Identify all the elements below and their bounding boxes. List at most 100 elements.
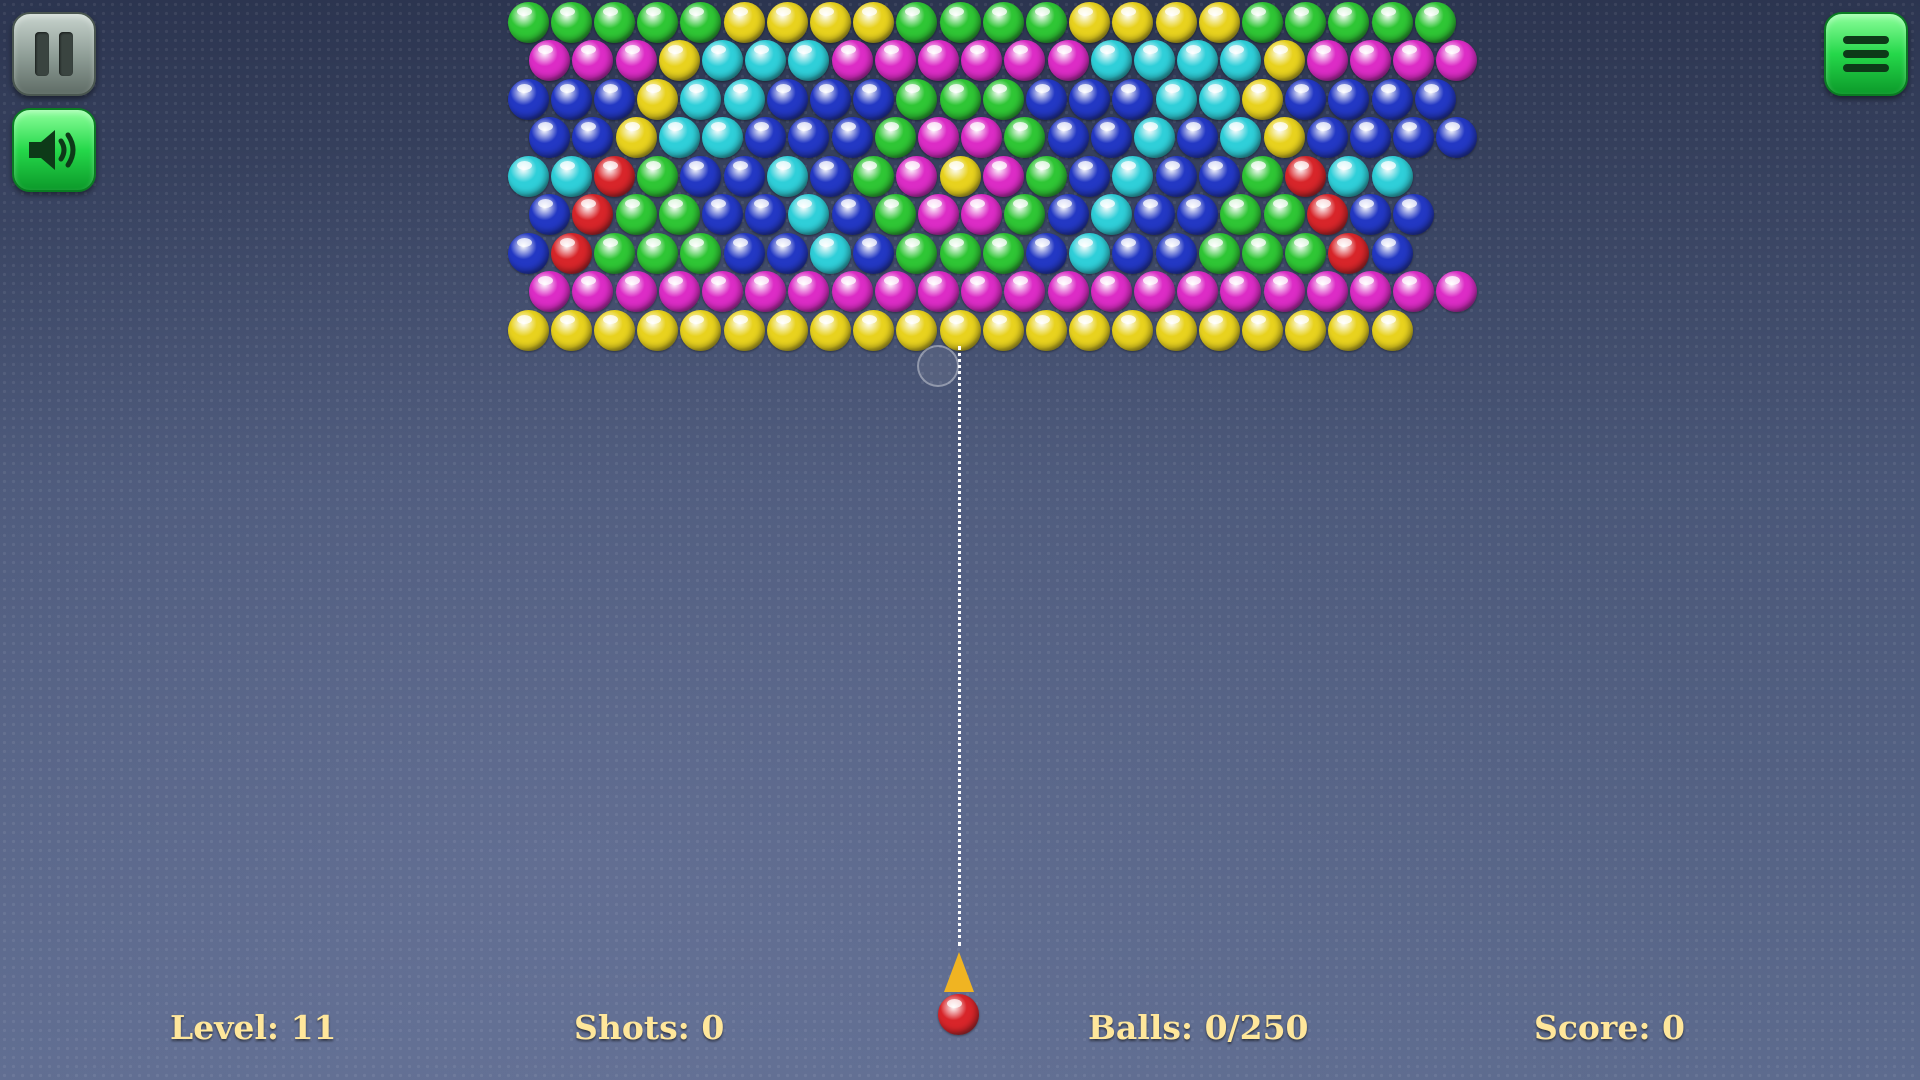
bubble-cyan [1198, 78, 1240, 120]
bubble-yellow [1285, 309, 1327, 351]
bubble-green [896, 78, 938, 120]
bubble-blue [507, 78, 549, 120]
bubble-blue [723, 155, 765, 197]
bubble-blue [507, 232, 549, 274]
bubble-red [1328, 232, 1370, 274]
bubble-yellow [1155, 309, 1197, 351]
bubble-green [637, 1, 679, 43]
bubble-magenta [1393, 271, 1435, 312]
bubble-blue [1393, 117, 1435, 158]
bubble-yellow [939, 155, 981, 197]
bubble-green [1004, 194, 1046, 235]
bubble-cyan [1220, 117, 1262, 158]
bubble-cyan [1069, 232, 1111, 274]
bubble-cyan [1090, 40, 1132, 81]
bubble-blue [1155, 155, 1197, 197]
bubble-green [939, 232, 981, 274]
bubble-magenta [831, 40, 873, 81]
bubble-blue [1328, 78, 1370, 120]
bubble-magenta [1004, 271, 1046, 312]
bubble-magenta [615, 40, 657, 81]
bubble-yellow [1112, 309, 1154, 351]
bubble-green [658, 194, 700, 235]
bubble-magenta [896, 155, 938, 197]
bubble-green [1004, 117, 1046, 158]
bubble-blue [1198, 155, 1240, 197]
bubble-yellow [809, 309, 851, 351]
bubble-blue [1047, 117, 1089, 158]
bubble-magenta [1090, 271, 1132, 312]
bubble-red [593, 155, 635, 197]
bubble-yellow [1241, 78, 1283, 120]
bubble-blue [1025, 78, 1067, 120]
bubble-red [572, 194, 614, 235]
bubble-magenta [1306, 271, 1348, 312]
bubble-magenta [529, 271, 571, 312]
bubble-green [1285, 232, 1327, 274]
bubble-blue [809, 155, 851, 197]
bubble-blue [701, 194, 743, 235]
bubble-cyan [1155, 78, 1197, 120]
bubble-yellow [853, 1, 895, 43]
bubble-cyan [1090, 194, 1132, 235]
bubble-cyan [809, 232, 851, 274]
bubble-blue [1349, 194, 1391, 235]
bubble-magenta [1047, 271, 1089, 312]
bubble-blue [1371, 78, 1413, 120]
bubble-green [680, 1, 722, 43]
bubble-blue [723, 232, 765, 274]
bubble-green [982, 232, 1024, 274]
bubble-blue [1306, 117, 1348, 158]
bubble-magenta [572, 40, 614, 81]
bubble-magenta [1177, 271, 1219, 312]
bubble-yellow [615, 117, 657, 158]
bubble-yellow [593, 309, 635, 351]
bubble-blue [745, 117, 787, 158]
bubble-yellow [1069, 309, 1111, 351]
bubble-yellow [1371, 309, 1413, 351]
bubble-blue [1393, 194, 1435, 235]
bubble-blue [1069, 78, 1111, 120]
bubble-yellow [1025, 309, 1067, 351]
shooter-arrow[interactable] [944, 952, 974, 992]
bubble-magenta [1436, 40, 1478, 81]
bubble-yellow [766, 1, 808, 43]
bubble-blue [1285, 78, 1327, 120]
bubble-yellow [896, 309, 938, 351]
bubble-green [874, 194, 916, 235]
bubble-magenta [1306, 40, 1348, 81]
bubble-cyan [701, 40, 743, 81]
bubble-green [1198, 232, 1240, 274]
bubble-cyan [788, 194, 830, 235]
bubble-magenta [961, 40, 1003, 81]
bubble-magenta [961, 194, 1003, 235]
bubble-yellow [550, 309, 592, 351]
bubble-blue [680, 155, 722, 197]
bubble-blue [1025, 232, 1067, 274]
bubble-blue [831, 194, 873, 235]
shooter-ball[interactable] [938, 994, 979, 1035]
bubble-magenta [745, 271, 787, 312]
bubble-blue [853, 78, 895, 120]
bubble-cyan [507, 155, 549, 197]
bubble-green [1285, 1, 1327, 43]
bubble-green [615, 194, 657, 235]
bubble-yellow [723, 309, 765, 351]
bubble-magenta [1436, 271, 1478, 312]
bubble-yellow [680, 309, 722, 351]
bubble-green [1220, 194, 1262, 235]
bubble-blue [766, 78, 808, 120]
bubble-green [1025, 1, 1067, 43]
bubble-magenta [1133, 271, 1175, 312]
bubble-cyan [745, 40, 787, 81]
bubble-cyan [1177, 40, 1219, 81]
bubble-blue [1371, 232, 1413, 274]
bubble-yellow [1263, 40, 1305, 81]
bubble-green [507, 1, 549, 43]
bubble-green [982, 78, 1024, 120]
aim-target-marker [917, 345, 959, 387]
bubble-blue [593, 78, 635, 120]
bubble-cyan [701, 117, 743, 158]
bubble-red [1306, 194, 1348, 235]
bubble-yellow [637, 78, 679, 120]
